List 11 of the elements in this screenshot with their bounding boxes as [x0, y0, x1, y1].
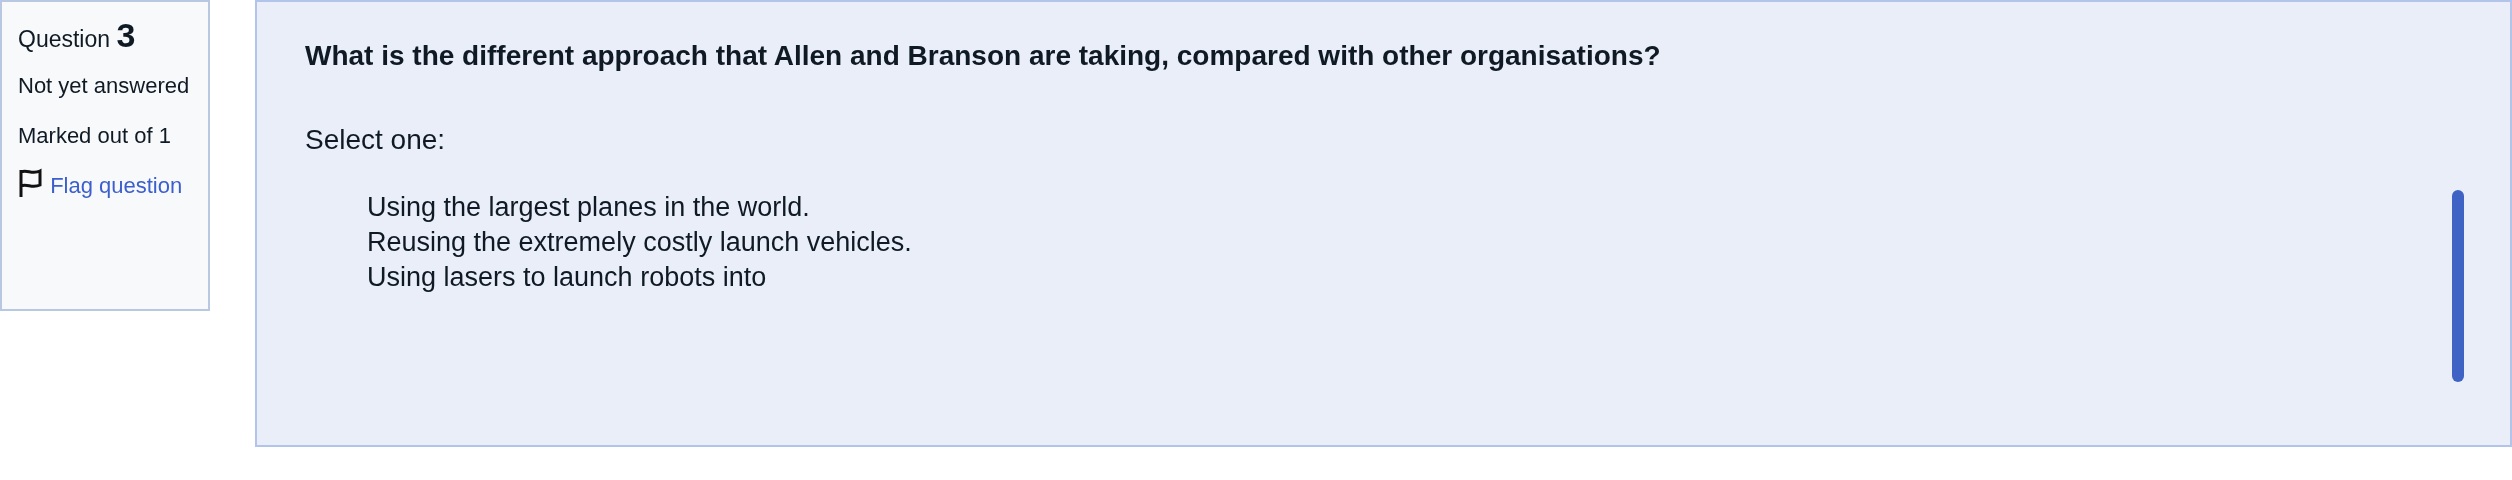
question-status: Not yet answered: [18, 72, 191, 100]
flag-icon[interactable]: [18, 168, 44, 198]
question-text: What is the different approach that Allen and Branson are taking, compared with other organisations?: [305, 40, 1662, 72]
question-marks: Marked out of 1: [18, 122, 172, 150]
scrollbar-thumb[interactable]: [2452, 190, 2464, 382]
answer-option[interactable]: Using the largest planes in the world.: [367, 190, 927, 225]
answer-option[interactable]: Reusing the extremely costly launch vehicles.: [367, 225, 927, 260]
question-number: Question 3: [18, 16, 137, 55]
answer-option[interactable]: Using lasers to launch robots into: [367, 260, 927, 295]
select-prompt: Select one:: [305, 124, 447, 156]
flag-question-link[interactable]: Flag question: [50, 173, 183, 198]
